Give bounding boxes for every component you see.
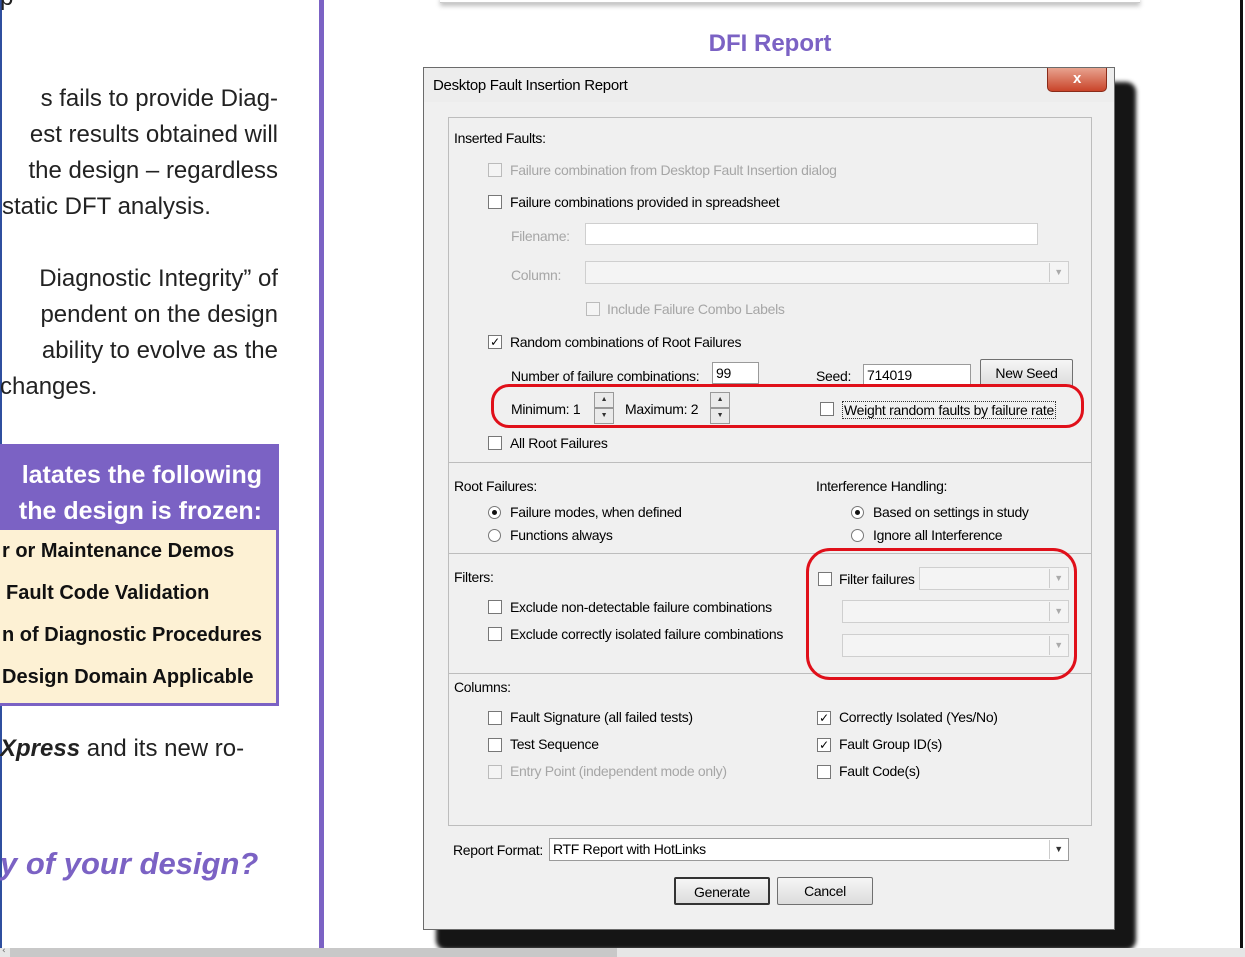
column-dropdown[interactable]: ▼ [585, 261, 1069, 284]
label-test-sequence: Test Sequence [510, 736, 599, 752]
checkmark-icon: ✓ [490, 335, 500, 349]
highlight-random-options [491, 384, 1084, 428]
label-all-root: All Root Failures [510, 435, 608, 451]
num-combos-label: Number of failure combinations: [511, 368, 700, 384]
label-correctly-isolated-col: Correctly Isolated (Yes/No) [839, 709, 998, 725]
num-combos-input[interactable]: 99 [712, 362, 759, 384]
paragraph-fragment: p [0, 0, 278, 16]
root-failures-heading: Root Failures: [454, 478, 537, 494]
checkbox-from-dialog [488, 163, 502, 177]
label-random: Random combinations of Root Failures [510, 334, 742, 350]
checkbox-all-root[interactable] [488, 436, 502, 450]
closing-question: y of your design? [0, 846, 259, 881]
radio-ignore-interference[interactable] [851, 529, 864, 542]
cancel-button[interactable]: Cancel [777, 877, 873, 905]
column-label: Column: [511, 267, 562, 283]
checkbox-entry-point [488, 765, 502, 779]
paragraph-line: the design – regardless [28, 157, 279, 184]
interference-heading: Interference Handling: [816, 478, 948, 494]
checkmark-icon: ✓ [819, 711, 829, 725]
top-image-edge [440, 0, 1140, 3]
label-fault-codes: Fault Code(s) [839, 763, 920, 779]
xpress-line-rest: and its new ro- [80, 735, 245, 762]
label-non-detectable: Exclude non-detectable failure combinati… [510, 599, 772, 615]
xpress-product-name: Xpress [0, 735, 81, 762]
paragraph-1: s fails to provide Diag- est results obt… [0, 81, 278, 225]
close-button[interactable]: x [1047, 68, 1107, 92]
label-fault-signature: Fault Signature (all failed tests) [510, 709, 693, 725]
callout-heading-line: latates the following [21, 461, 262, 489]
radio-functions[interactable] [488, 529, 501, 542]
label-spreadsheet: Failure combinations provided in spreads… [510, 194, 780, 210]
paragraph-line: ability to evolve as the [41, 337, 278, 364]
callout-item: n of Diagnostic Procedures [2, 624, 263, 646]
inserted-faults-heading: Inserted Faults: [454, 130, 546, 146]
report-format-value: RTF Report with HotLinks [553, 841, 706, 857]
checkbox-fault-codes[interactable] [817, 765, 831, 779]
new-seed-button[interactable]: New Seed [980, 359, 1073, 387]
checkbox-fault-group[interactable]: ✓ [817, 738, 831, 752]
checkbox-correctly-isolated-col[interactable]: ✓ [817, 711, 831, 725]
seed-input[interactable]: 714019 [863, 364, 971, 386]
options-panel: Inserted Faults: Failure combination fro… [448, 117, 1092, 826]
callout-box: latates the following the design is froz… [0, 444, 279, 706]
label-from-dialog: Failure combination from Desktop Fault I… [510, 162, 837, 178]
paragraph-fragment-line: p [0, 0, 278, 16]
dialog-titlebar: Desktop Fault Insertion Report x [424, 68, 1114, 102]
figure-title: DFI Report [708, 30, 832, 57]
radio-failure-modes[interactable] [488, 506, 501, 519]
paragraph-line: pendent on the design [40, 301, 278, 328]
label-failure-modes: Failure modes, when defined [510, 504, 682, 520]
label-ignore-interference: Ignore all Interference [873, 527, 1003, 543]
callout-heading-line: the design is frozen: [18, 497, 262, 525]
scroll-left-arrow-icon[interactable]: ‹ [2, 946, 6, 956]
filters-heading: Filters: [454, 569, 494, 585]
generate-button[interactable]: Generate [674, 877, 770, 905]
report-format-dropdown[interactable]: RTF Report with HotLinks ▼ [549, 838, 1069, 861]
checkbox-test-sequence[interactable] [488, 738, 502, 752]
label-include-labels: Include Failure Combo Labels [607, 301, 785, 317]
callout-item: Design Domain Applicable [2, 666, 254, 688]
checkbox-random[interactable]: ✓ [488, 335, 502, 349]
paragraph-line: s fails to provide Diag- [40, 85, 278, 112]
label-entry-point: Entry Point (independent mode only) [510, 763, 727, 779]
column-divider [319, 0, 324, 948]
checkbox-fault-signature[interactable] [488, 711, 502, 725]
section-divider [449, 462, 1091, 463]
paragraph-line: est results obtained will [29, 121, 278, 148]
xpress-line: Xpress and its new ro- [0, 735, 244, 763]
checkbox-include-labels [586, 302, 600, 316]
chevron-down-icon: ▼ [1049, 840, 1067, 859]
paragraph-line: Diagnostic Integrity” of [39, 265, 278, 292]
callout-item: Fault Code Validation [6, 582, 210, 604]
checkbox-spreadsheet[interactable] [488, 195, 502, 209]
label-functions: Functions always [510, 527, 613, 543]
callout-heading: latates the following the design is froz… [0, 447, 276, 530]
checkbox-correctly-isolated[interactable] [488, 627, 502, 641]
label-fault-group: Fault Group ID(s) [839, 736, 943, 752]
dialog-title: Desktop Fault Insertion Report [433, 77, 628, 94]
paragraph-line: changes. [0, 373, 98, 400]
filename-label: Filename: [511, 228, 570, 244]
scrollbar-thumb[interactable] [10, 948, 617, 957]
radio-based-on-study[interactable] [851, 506, 864, 519]
close-icon: x [1072, 70, 1082, 87]
right-page-border [1240, 0, 1243, 948]
filename-input[interactable] [585, 223, 1038, 245]
chevron-down-icon: ▼ [1049, 263, 1067, 282]
seed-label: Seed: [816, 368, 852, 384]
checkbox-non-detectable[interactable] [488, 600, 502, 614]
highlight-filter-failures [806, 548, 1077, 680]
paragraph-2: Diagnostic Integrity” of pendent on the … [0, 261, 278, 405]
report-format-label: Report Format: [453, 842, 543, 858]
columns-heading: Columns: [454, 679, 511, 695]
callout-item: r or Maintenance Demos [2, 540, 235, 562]
dfi-report-dialog: Desktop Fault Insertion Report x Inserte… [423, 67, 1115, 930]
checkmark-icon: ✓ [819, 738, 829, 752]
paragraph-line: static DFT analysis. [2, 193, 211, 220]
label-correctly-isolated: Exclude correctly isolated failure combi… [510, 626, 784, 642]
label-based-on-study: Based on settings in study [873, 504, 1029, 520]
